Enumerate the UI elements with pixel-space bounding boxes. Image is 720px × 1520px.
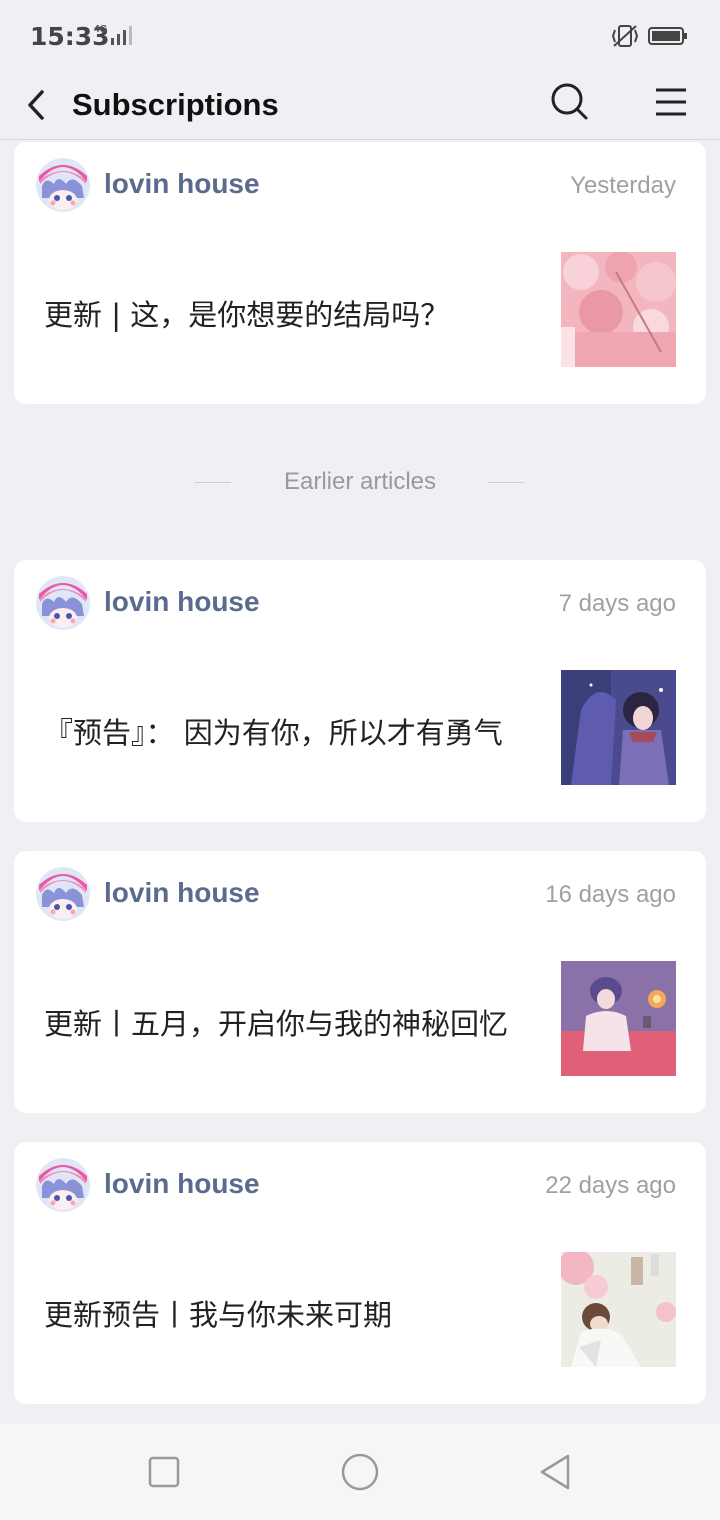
avatar[interactable] (36, 867, 90, 921)
article-card[interactable]: lovin house 22 days ago 更新预告丨我与你未来可期 (14, 1142, 706, 1404)
article-card[interactable]: lovin house 7 days ago 『预告』： 因为有你，所以才有勇气 (14, 560, 706, 822)
status-bar: 15:33 4G (0, 0, 720, 70)
post-time: Yesterday (570, 172, 676, 199)
signal-icon (111, 26, 132, 45)
article-card-latest[interactable]: lovin house Yesterday 更新 | 这，是你想要的结局吗？ (14, 142, 706, 404)
avatar[interactable] (36, 1158, 90, 1212)
article-thumbnail[interactable] (561, 961, 676, 1076)
back-arrow-icon[interactable] (18, 80, 58, 130)
post-time: 22 days ago (545, 1172, 676, 1199)
article-headline[interactable]: 更新预告丨我与你未来可期 (44, 1292, 392, 1334)
article-headline[interactable]: 『预告』： 因为有你，所以才有勇气 (44, 710, 503, 752)
article-thumbnail[interactable] (561, 1252, 676, 1367)
article-headline[interactable]: 更新丨五月，开启你与我的神秘回忆 (44, 1001, 508, 1043)
earlier-articles-divider: Earlier articles (0, 462, 720, 502)
back-triangle-icon[interactable] (534, 1450, 578, 1494)
article-headline[interactable]: 更新 | 这，是你想要的结局吗？ (44, 292, 449, 334)
divider-label: Earlier articles (283, 468, 437, 495)
menu-icon[interactable] (648, 78, 694, 124)
avatar[interactable] (36, 158, 90, 212)
vibrate-icon (611, 25, 639, 47)
network-type: 4G (94, 24, 108, 35)
post-time: 16 days ago (545, 881, 676, 908)
divider-line-right (488, 482, 524, 483)
article-thumbnail[interactable] (561, 670, 676, 785)
author-name[interactable]: lovin house (104, 877, 260, 909)
article-card[interactable]: lovin house 16 days ago 更新丨五月，开启你与我的神秘回忆 (14, 851, 706, 1113)
home-circle-icon[interactable] (338, 1450, 382, 1494)
author-name[interactable]: lovin house (104, 1168, 260, 1200)
post-time: 7 days ago (558, 590, 676, 617)
navigation-bar (0, 1424, 720, 1520)
article-thumbnail[interactable] (561, 252, 676, 367)
avatar[interactable] (36, 576, 90, 630)
author-name[interactable]: lovin house (104, 586, 260, 618)
page-title: Subscriptions (72, 87, 279, 122)
header-bar: Subscriptions (0, 70, 720, 140)
battery-icon (648, 27, 687, 45)
search-icon[interactable] (546, 78, 592, 124)
recents-square-icon[interactable] (142, 1450, 186, 1494)
author-name[interactable]: lovin house (104, 168, 260, 200)
